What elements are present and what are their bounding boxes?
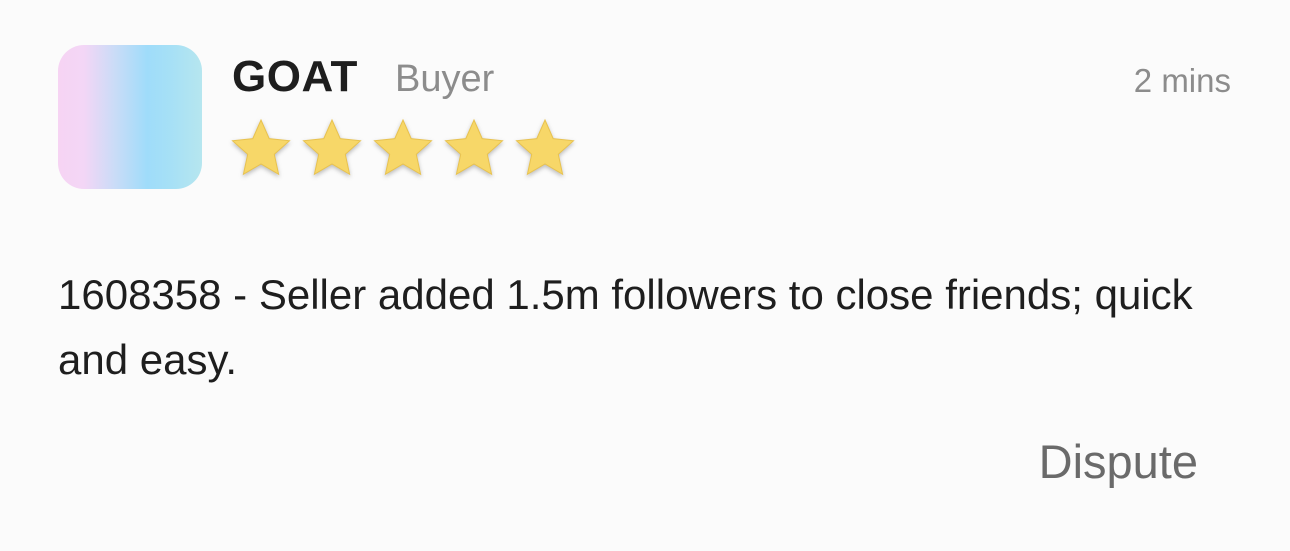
review-card: GOAT Buyer 2 mins 1608358 - Seller added… (0, 0, 1290, 551)
star-icon (513, 116, 584, 180)
dispute-button[interactable]: Dispute (1039, 432, 1198, 492)
star-icon (371, 116, 442, 180)
star-icon (300, 116, 371, 180)
star-icon (229, 116, 300, 180)
review-text: 1608358 - Seller added 1.5m followers to… (58, 271, 1193, 383)
reviewer-role: Buyer (395, 58, 495, 100)
reviewer-name: GOAT (232, 52, 358, 101)
star-rating (229, 116, 584, 180)
avatar[interactable] (58, 45, 202, 189)
review-time: 2 mins (1133, 62, 1231, 99)
star-icon (442, 116, 513, 180)
